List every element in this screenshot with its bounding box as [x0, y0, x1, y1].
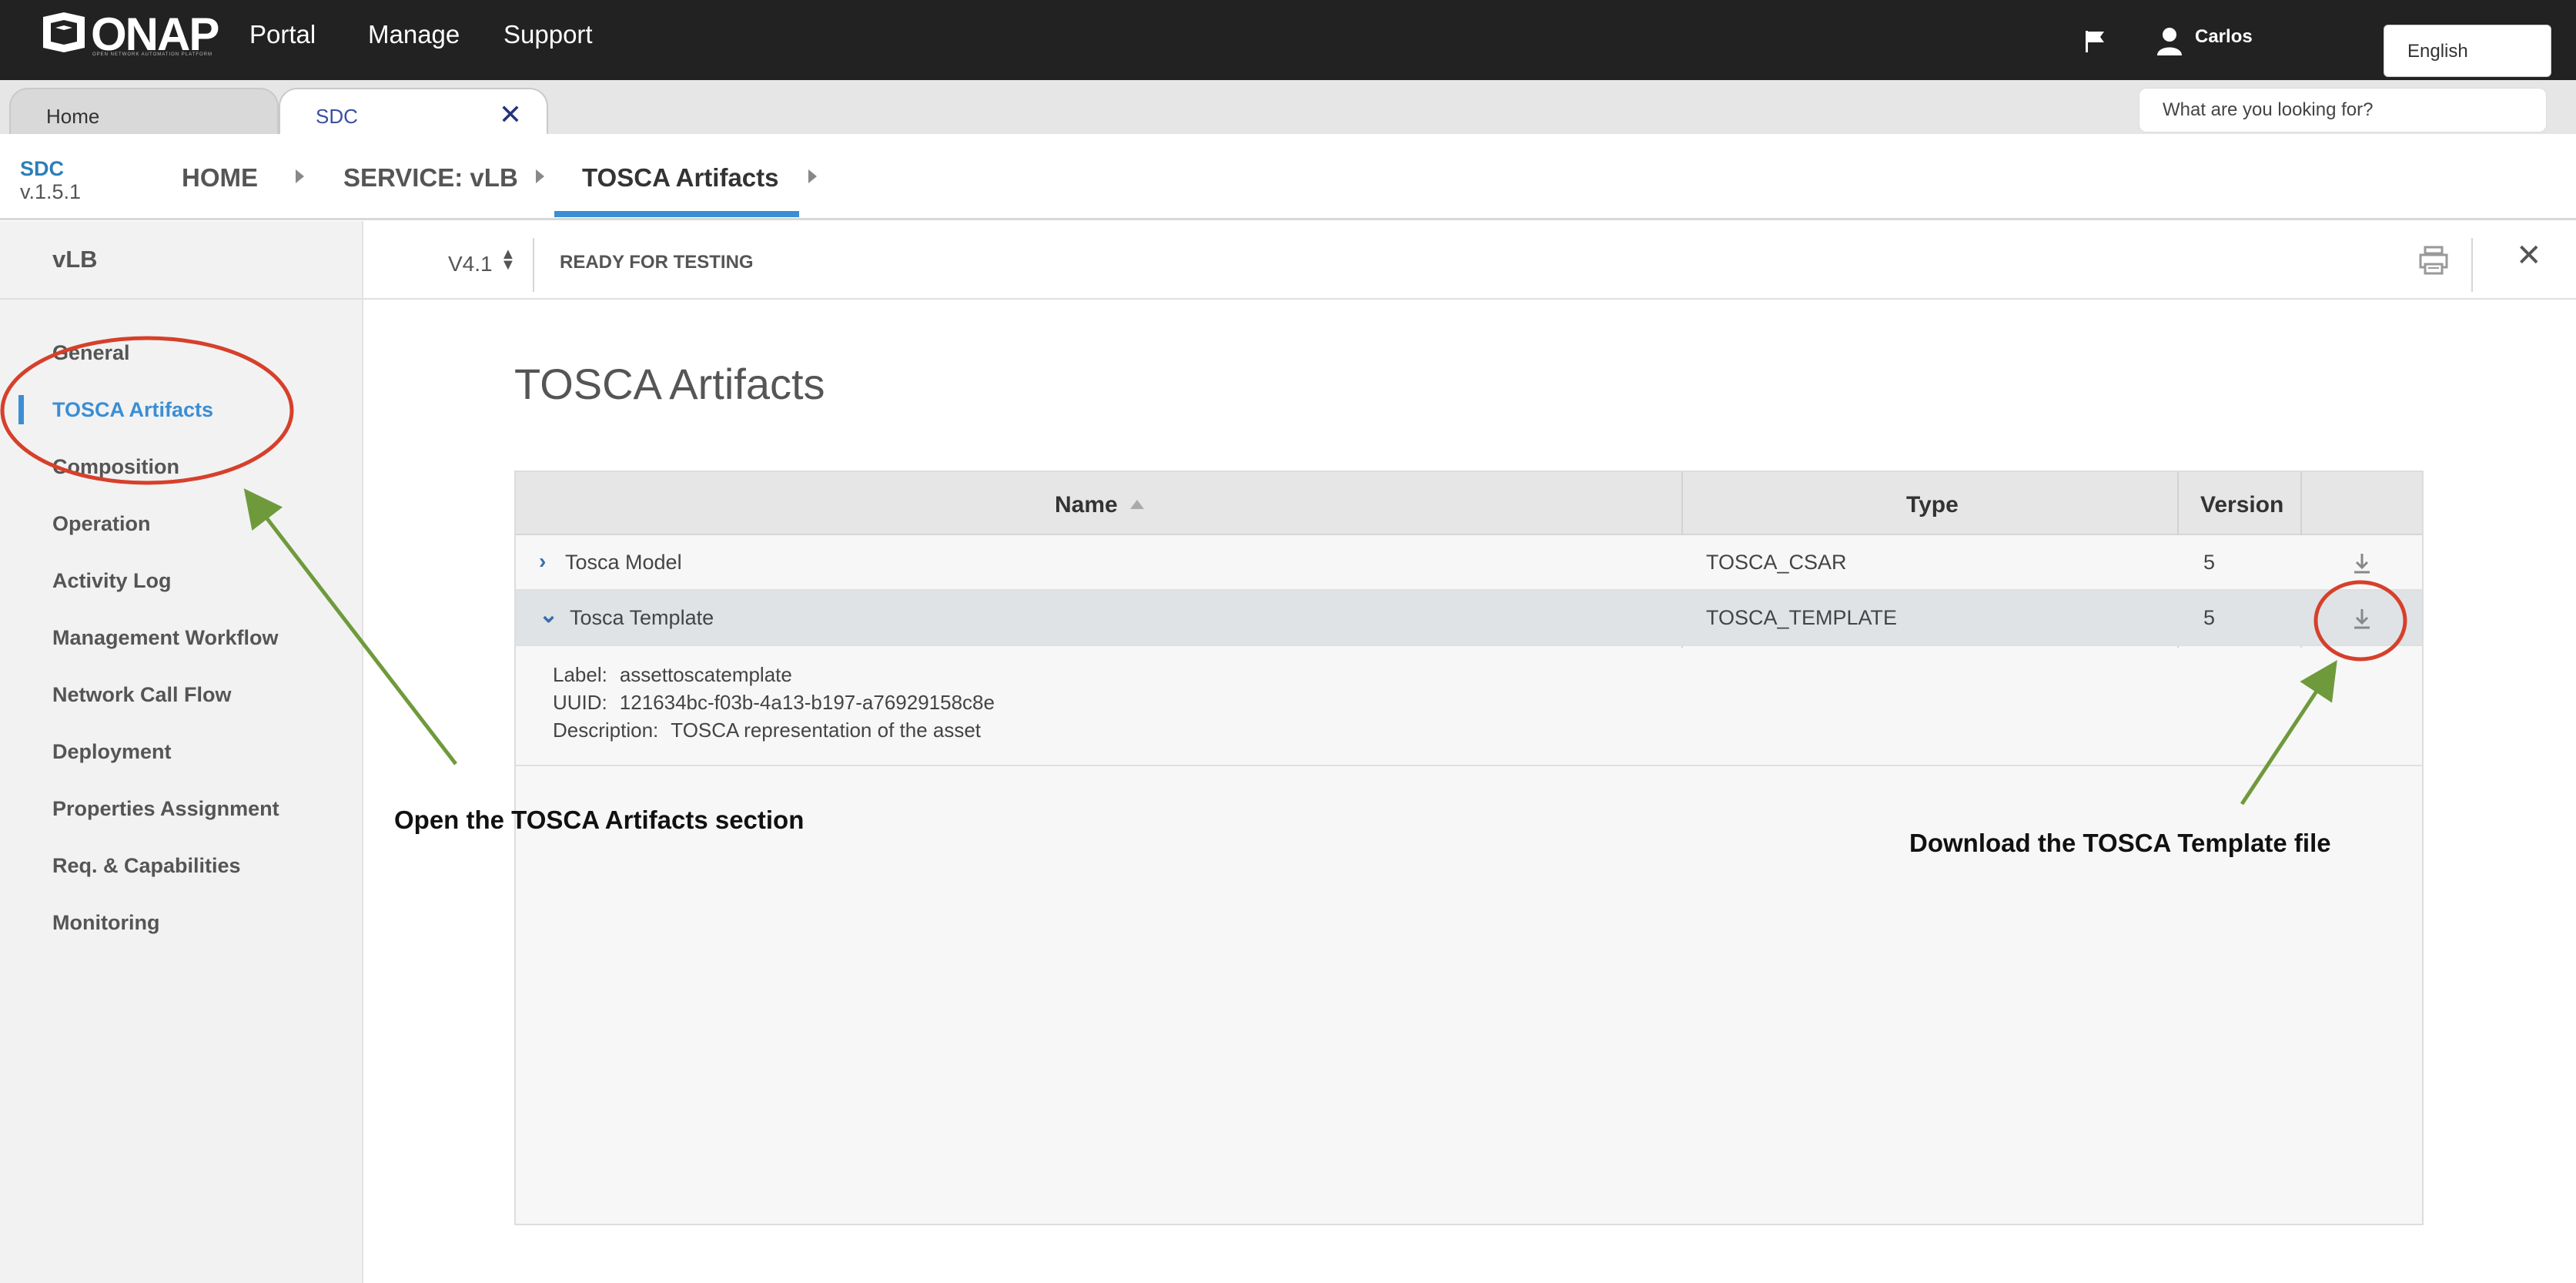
close-tab-icon[interactable]: ✕ [499, 99, 522, 131]
detail-description: Description: TOSCA representation of the … [553, 719, 981, 742]
breadcrumb-service[interactable]: SERVICE: vLB [343, 163, 518, 193]
sidebar-item-general[interactable]: General [52, 341, 130, 365]
tab-sdc-label: SDC [316, 105, 358, 128]
row-name: Tosca Template [570, 606, 714, 629]
detail-label-key: Label: [553, 663, 607, 686]
detail-uuid: UUID: 121634bc-f03b-4a13-b197-a76929158c8… [553, 691, 995, 715]
close-icon[interactable]: ✕ [2516, 238, 2542, 273]
divider [2471, 238, 2473, 292]
detail-uuid-value: 121634bc-f03b-4a13-b197-a76929158c8e [619, 691, 995, 714]
download-icon[interactable] [2348, 605, 2376, 632]
sidebar-item-operation[interactable]: Operation [52, 512, 151, 536]
row-type: TOSCA_TEMPLATE [1706, 606, 1898, 629]
column-header-version[interactable]: Version [2200, 492, 2283, 518]
version-selector[interactable]: V4.1 [448, 252, 493, 276]
breadcrumb-arrow-icon[interactable] [536, 169, 544, 183]
onap-logo[interactable]: ONAP OPEN NETWORK AUTOMATION PLATFORM [40, 8, 236, 60]
print-icon[interactable] [2417, 244, 2450, 276]
language-select[interactable]: English [2384, 25, 2551, 77]
table-row[interactable]: › Tosca Model TOSCA_CSAR 5 [516, 535, 2422, 591]
sidebar-header: vLB [0, 221, 362, 300]
breadcrumb-bar: SDC v.1.5.1 HOME SERVICE: vLB TOSCA Arti… [0, 134, 2576, 220]
row-version: 5 [2203, 551, 2216, 574]
sidebar-item-management-workflow[interactable]: Management Workflow [52, 626, 279, 650]
row-version: 5 [2203, 606, 2216, 629]
sidebar-item-properties-assignment[interactable]: Properties Assignment [52, 797, 279, 821]
detail-label: Label: assettoscatemplate [553, 663, 792, 687]
search-box[interactable] [2139, 88, 2547, 132]
sidebar-item-network-call-flow[interactable]: Network Call Flow [52, 683, 232, 707]
active-breadcrumb-underline [554, 211, 799, 217]
detail-description-value: TOSCA representation of the asset [671, 719, 982, 742]
lifecycle-status: READY FOR TESTING [560, 252, 754, 273]
flag-icon[interactable] [2083, 28, 2109, 54]
breadcrumb-arrow-icon[interactable] [808, 169, 817, 183]
tab-sdc[interactable]: SDC ✕ [279, 88, 548, 137]
table-row[interactable]: ⌄ Tosca Template TOSCA_TEMPLATE 5 [516, 591, 2422, 646]
detail-uuid-key: UUID: [553, 691, 607, 714]
annotation-left: Open the TOSCA Artifacts section [394, 806, 805, 834]
artifact-details: Label: assettoscatemplate UUID: 121634bc-f… [516, 648, 2422, 766]
sidebar-title: vLB [52, 246, 98, 273]
tab-strip: Home SDC ✕ [0, 80, 2576, 137]
onap-cube-icon [43, 12, 85, 52]
breadcrumb-home[interactable]: HOME [182, 163, 258, 193]
sidebar-item-deployment[interactable]: Deployment [52, 740, 172, 764]
sidebar-item-composition[interactable]: Composition [52, 455, 179, 479]
breadcrumb-arrow-icon[interactable] [296, 169, 304, 183]
tab-home-label: Home [46, 105, 100, 128]
tab-home[interactable]: Home [9, 88, 279, 137]
detail-label-value: assettoscatemplate [619, 663, 792, 686]
sidebar: vLB General TOSCA Artifacts Composition … [0, 221, 363, 1283]
download-icon[interactable] [2348, 549, 2376, 577]
breadcrumb-tosca-artifacts[interactable]: TOSCA Artifacts [582, 163, 779, 193]
divider [533, 238, 534, 292]
user-icon[interactable] [2156, 26, 2183, 55]
top-bar: ONAP OPEN NETWORK AUTOMATION PLATFORM Po… [0, 0, 2576, 80]
chevron-right-icon[interactable]: › [539, 549, 546, 574]
detail-description-key: Description: [553, 719, 659, 742]
column-header-name[interactable]: Name [1055, 492, 1118, 518]
row-type: TOSCA_CSAR [1706, 551, 1847, 574]
nav-support[interactable]: Support [503, 20, 593, 49]
sidebar-item-tosca-artifacts[interactable]: TOSCA Artifacts [52, 398, 213, 422]
active-item-indicator [18, 395, 24, 424]
page-title: TOSCA Artifacts [514, 360, 825, 408]
user-name[interactable]: Carlos [2195, 26, 2253, 48]
app-name: SDC [20, 157, 65, 180]
nav-portal[interactable]: Portal [249, 20, 316, 49]
version-sort-icon[interactable]: ▲ ▼ [500, 246, 516, 273]
app-version: v.1.5.1 [20, 180, 82, 203]
sidebar-item-monitoring[interactable]: Monitoring [52, 911, 159, 935]
nav-manage[interactable]: Manage [368, 20, 460, 49]
workspace-header: V4.1 ▲ ▼ READY FOR TESTING ✕ [363, 221, 2576, 300]
search-input[interactable] [2163, 99, 2524, 121]
language-value: English [2407, 41, 2468, 62]
sort-ascending-icon[interactable] [1130, 500, 1144, 509]
sidebar-item-req-capabilities[interactable]: Req. & Capabilities [52, 854, 241, 878]
logo-subtext: OPEN NETWORK AUTOMATION PLATFORM [92, 52, 213, 57]
row-name: Tosca Model [565, 551, 682, 574]
table-header: Name Type Version [516, 472, 2422, 535]
column-header-type[interactable]: Type [1906, 492, 1959, 518]
annotation-right: Download the TOSCA Template file [1909, 829, 2331, 857]
chevron-down-icon[interactable]: ⌄ [539, 601, 558, 628]
sidebar-item-activity-log[interactable]: Activity Log [52, 569, 172, 593]
